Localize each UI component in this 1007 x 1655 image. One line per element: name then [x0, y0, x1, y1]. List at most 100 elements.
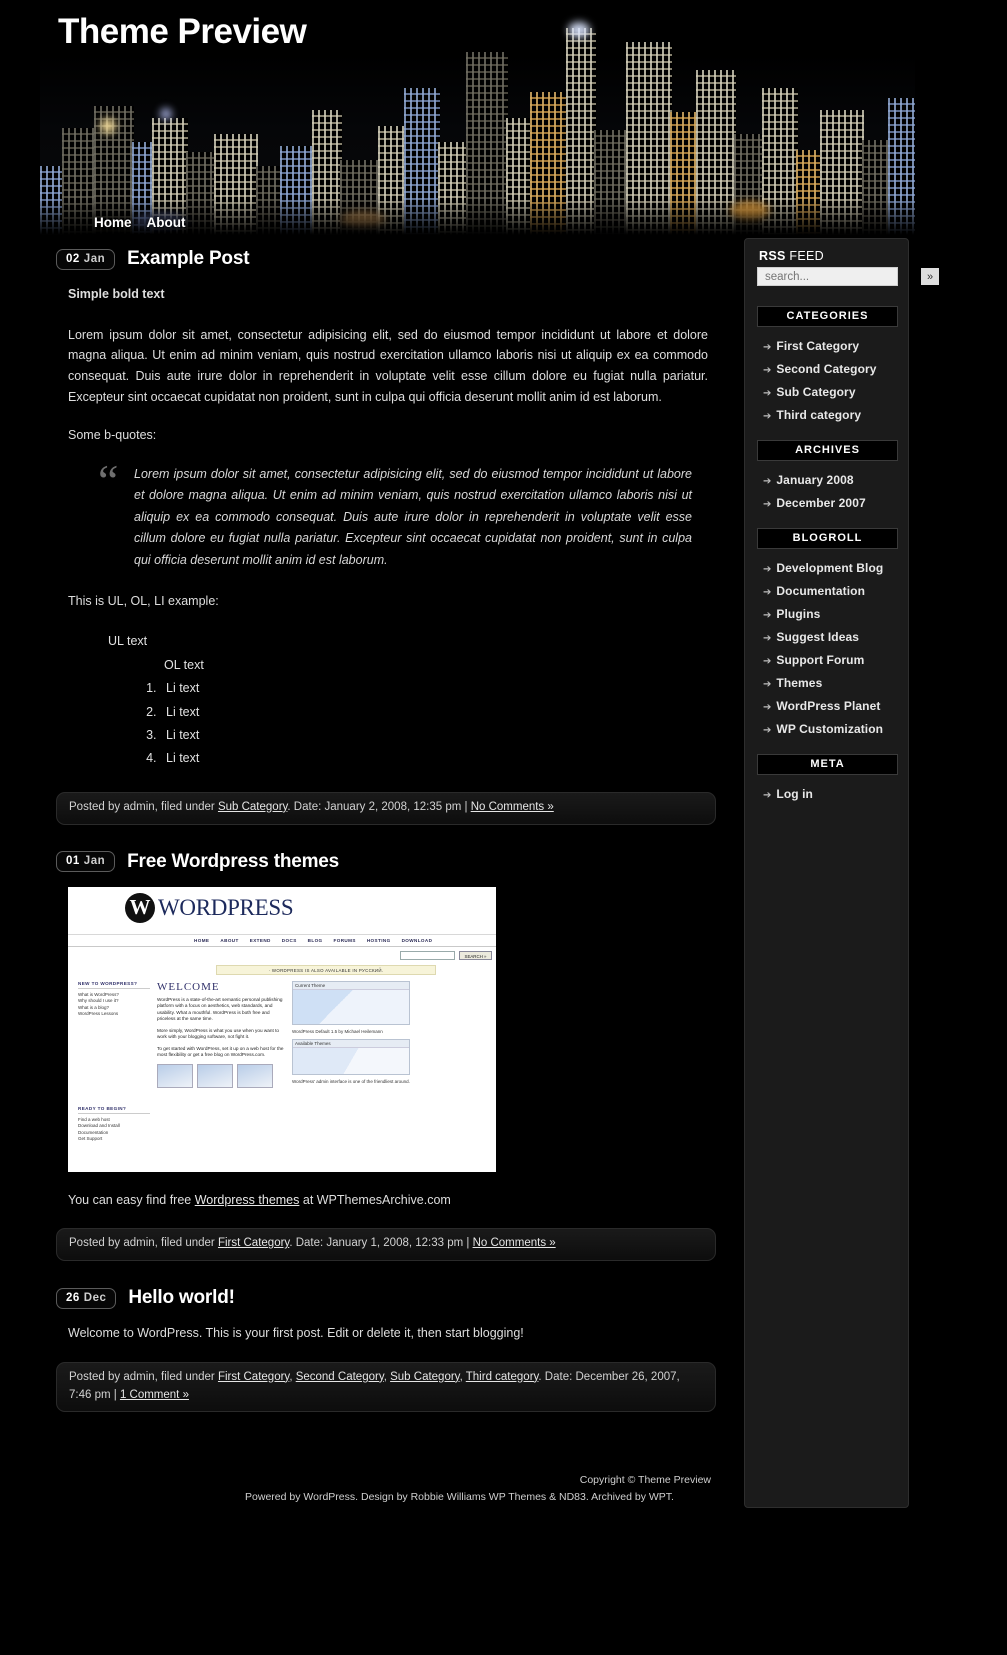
sidebar-item-log-in[interactable]: Log in — [776, 787, 813, 801]
screenshot-panel-title: Current Theme — [293, 981, 409, 990]
bullet-arrow-icon: ➔ — [763, 610, 772, 621]
sidebar-item-first-category[interactable]: First Category — [776, 339, 859, 353]
list-item: ➔ Suggest Ideas — [763, 628, 900, 646]
screenshot-panel-available-themes: Available Themes — [292, 1038, 410, 1075]
list-item: Li text — [160, 724, 708, 747]
search-submit-button[interactable]: » — [921, 268, 940, 285]
sidebar-item-wp-customization[interactable]: WP Customization — [776, 722, 883, 736]
sidebar-item-december-2007[interactable]: December 2007 — [776, 496, 865, 510]
sidebar-item-documentation[interactable]: Documentation — [776, 584, 865, 598]
post-title[interactable]: Example Post — [127, 248, 249, 270]
sidebar-item-suggest-ideas[interactable]: Suggest Ideas — [776, 630, 859, 644]
post-header: 02 Jan Example Post — [56, 248, 716, 270]
list-item: ➔ Development Blog — [763, 559, 900, 577]
screenshot-thumb-row — [157, 1063, 285, 1088]
post-free-wordpress-themes: 01 Jan Free Wordpress themes W WORDPRESS … — [56, 851, 716, 1262]
list-item: ➔ WP Customization — [763, 720, 900, 738]
bullet-arrow-icon: ➔ — [763, 411, 772, 422]
nav-item-home[interactable]: Home — [94, 215, 132, 230]
post-date-month: Dec — [83, 1291, 107, 1304]
post-meta-comments-link[interactable]: No Comments » — [471, 801, 554, 813]
wordpress-org-screenshot: W WORDPRESS HOME ABOUT EXTEND DOCS BLOG … — [68, 886, 496, 1172]
post-date-badge: 01 Jan — [56, 851, 116, 873]
post-date-badge: 26 Dec — [56, 1287, 117, 1309]
post-meta-category-link[interactable]: First Category — [218, 1237, 289, 1249]
sidebar-item-support-forum[interactable]: Support Forum — [776, 653, 864, 667]
post-meta-category-link[interactable]: Second Category — [296, 1371, 384, 1383]
search-input[interactable] — [758, 269, 921, 284]
screenshot-left-link: Get Support — [78, 1136, 103, 1142]
sidebar-item-second-category[interactable]: Second Category — [776, 362, 876, 376]
sidebar-heading-categories: CATEGORIES — [757, 306, 898, 327]
post-meta-prefix: Posted by admin, filed under — [69, 1237, 218, 1250]
bullet-arrow-icon: ➔ — [763, 476, 772, 487]
bullet-arrow-icon: ➔ — [763, 587, 772, 598]
screenshot-nav-item: HOSTING — [366, 937, 391, 943]
post-date-day: 01 — [66, 855, 80, 868]
list-item: Li text — [160, 747, 708, 770]
main-content: 02 Jan Example Post Simple bold text Lore… — [56, 238, 716, 1413]
post-title[interactable]: Free Wordpress themes — [127, 851, 339, 873]
site-header: Theme Preview Home About — [0, 0, 1007, 238]
sidebar-item-sub-category[interactable]: Sub Category — [776, 385, 855, 399]
bullet-arrow-icon: ➔ — [763, 633, 772, 644]
sidebar-list-archives: ➔ January 2008 ➔ December 2007 — [753, 471, 900, 512]
list-item: ➔ First Category — [763, 337, 900, 355]
screenshot-nav-item: HOME — [194, 937, 210, 943]
screenshot-left-heading-2: READY TO BEGIN? — [78, 1106, 150, 1114]
sidebar-item-development-blog[interactable]: Development Blog — [776, 561, 883, 575]
nav-item-about[interactable]: About — [147, 215, 186, 230]
post-meta-category-link[interactable]: Sub Category — [218, 801, 287, 813]
post-example-post: 02 Jan Example Post Simple bold text Lore… — [56, 248, 716, 825]
post-meta-comments-link[interactable]: 1 Comment » — [120, 1389, 189, 1401]
post-caption: You can easy find free Wordpress themes … — [68, 1190, 708, 1211]
caption-before: You can easy find free — [68, 1192, 195, 1207]
bullet-arrow-icon: ➔ — [763, 725, 772, 736]
site-title: Theme Preview — [58, 12, 307, 51]
post-lead-text: Simple bold text — [68, 287, 165, 301]
post-meta-category-link[interactable]: Third category — [466, 1371, 539, 1383]
post-meta-date: . Date: January 2, 2008, 12:35 pm | — [287, 800, 471, 813]
post-meta-comments-link[interactable]: No Comments » — [473, 1237, 556, 1249]
screenshot-body-3: To get started with WordPress, set it up… — [157, 1045, 284, 1058]
post-meta-bar: Posted by admin, filed under Sub Categor… — [56, 791, 716, 825]
search-form[interactable]: » — [757, 267, 940, 286]
screenshot-panel-caption: WordPress Default 1.5 by Michael Heilema… — [292, 1028, 383, 1034]
content-wrapper: 02 Jan Example Post Simple bold text Lore… — [0, 238, 1007, 1508]
screenshot-welcome-heading: WELCOME — [157, 980, 220, 993]
bullet-arrow-icon: ➔ — [763, 656, 772, 667]
screenshot-nav-item: EXTEND — [249, 937, 271, 943]
post-body: Welcome to WordPress. This is your first… — [56, 1323, 716, 1344]
screenshot-nav-item: BLOG — [307, 937, 323, 943]
post-meta-category-link[interactable]: Sub Category — [390, 1371, 459, 1383]
screenshot-left-column: NEW TO WORDPRESS? What is WordPress? Why… — [78, 981, 150, 1143]
sidebar-item-third-category[interactable]: Third category — [776, 408, 861, 422]
sidebar-list-blogroll: ➔ Development Blog ➔ Documentation ➔ Plugin… — [753, 559, 900, 738]
post-blockquote: Lorem ipsum dolor sit amet, consectetur … — [98, 458, 692, 572]
post-meta-bar: Posted by admin, filed under First Categ… — [56, 1361, 716, 1413]
sidebar-list-meta: ➔ Log in — [753, 785, 900, 803]
list-item: ➔ WordPress Planet — [763, 697, 900, 715]
bullet-arrow-icon: ➔ — [763, 564, 772, 575]
post-title[interactable]: Hello world! — [128, 1287, 235, 1309]
sidebar-heading-archives: ARCHIVES — [757, 440, 898, 461]
post-meta-category-link[interactable]: First Category — [218, 1371, 289, 1383]
wordpress-mark-icon: W — [125, 892, 155, 923]
post-paragraph-1: Welcome to WordPress. This is your first… — [68, 1326, 524, 1341]
sidebar-item-january-2008[interactable]: January 2008 — [776, 473, 853, 487]
ordered-list: Li text Li text Li text Li text — [138, 677, 708, 770]
caption-link[interactable]: Wordpress themes — [195, 1193, 300, 1207]
post-meta-date: . Date: January 1, 2008, 12:33 pm | — [289, 1237, 473, 1250]
screenshot-nav-item: DOCS — [281, 937, 297, 943]
sidebar-item-plugins[interactable]: Plugins — [776, 607, 820, 621]
screenshot-panel-title: Available Themes — [293, 1039, 409, 1048]
sidebar-heading-meta: META — [757, 754, 898, 775]
sidebar-item-themes[interactable]: Themes — [776, 676, 822, 690]
list-item: ➔ Log in — [763, 785, 900, 803]
post-body: Simple bold text Lorem ipsum dolor sit a… — [56, 284, 716, 770]
caption-after: at WPThemesArchive.com — [299, 1192, 451, 1207]
rss-feed-title: RSS FEED — [753, 249, 900, 263]
bullet-arrow-icon: ➔ — [763, 702, 772, 713]
sidebar-heading-blogroll: BLOGROLL — [757, 528, 898, 549]
sidebar-item-wordpress-planet[interactable]: WordPress Planet — [776, 699, 880, 713]
